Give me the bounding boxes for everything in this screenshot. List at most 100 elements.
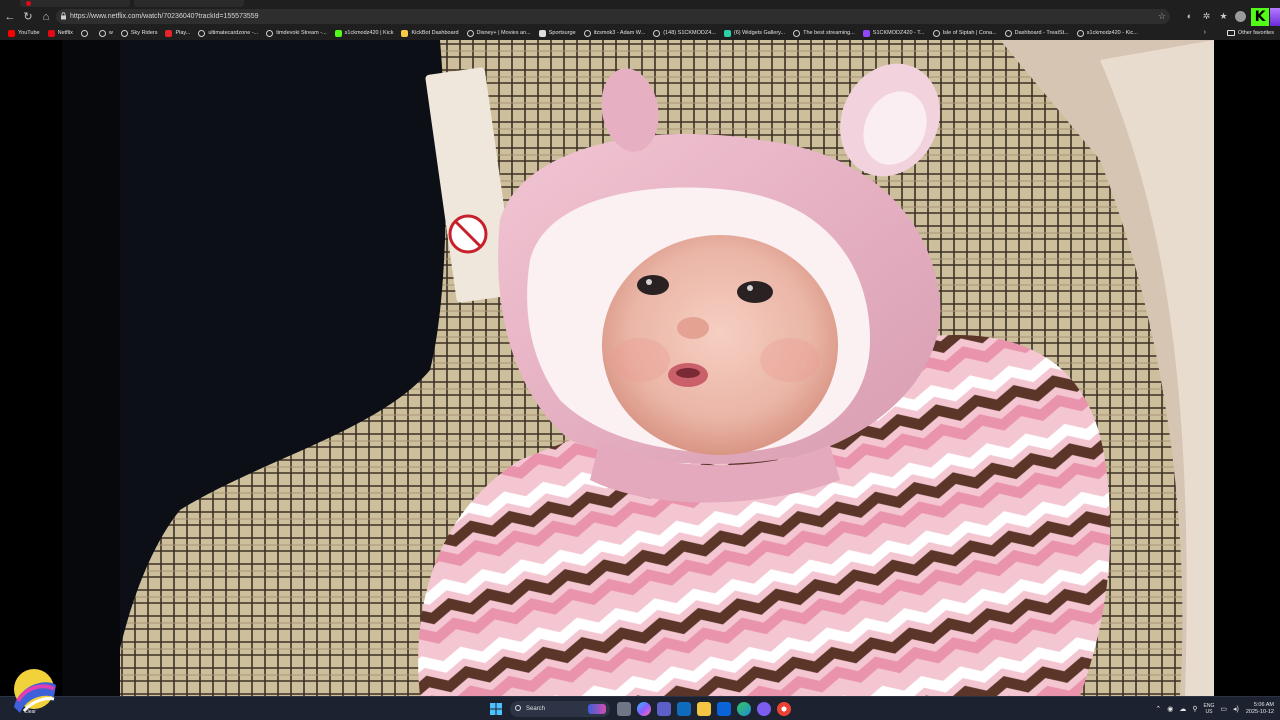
favorites-icon[interactable]: ★ [1215,8,1232,25]
bookmark-item[interactable]: Sky Riders [117,27,162,39]
reload-icon[interactable]: ↻ [20,9,36,25]
windows-start-icon[interactable] [489,702,503,716]
globe-icon [80,29,88,37]
network-icon[interactable]: ▭ [1220,705,1227,713]
bookmark-item[interactable]: Dashboard - TreatSt... [1001,27,1073,39]
bookmark-item[interactable]: Sportsurge [535,27,580,39]
globe-icon [1004,29,1012,37]
kickbot-icon [401,29,409,37]
profile-avatar[interactable] [1232,8,1249,25]
edge-icon[interactable] [737,702,751,716]
bookmark-item[interactable]: (148) S1CKMODZ4... [649,27,720,39]
copilot-icon[interactable] [1270,7,1280,26]
bookmark-item[interactable]: w [95,27,117,39]
bookmark-item[interactable]: Netflix [44,27,77,39]
screen: ← ↻ ⌂ https://www.netflix.com/watch/7023… [0,0,1280,720]
globe-icon [1076,29,1084,37]
globe-icon [466,29,474,37]
chrome-icon[interactable] [777,702,791,716]
bookmark-item[interactable]: Play... [161,27,194,39]
windows-taskbar: Clear Search ⌃ ◉ ☁ ⚲ ENG US ▭ ◂) 5:06 AM… [0,669,1280,720]
file-explorer-icon[interactable] [697,702,711,716]
bookmark-label: Netflix [57,30,73,36]
clock[interactable]: 5:06 AM 2025-10-12 [1246,702,1274,716]
store-icon[interactable] [717,702,731,716]
bookmark-item[interactable] [77,27,95,39]
bookmark-label: w [108,30,113,36]
system-tray: ⌃ ◉ ☁ ⚲ ENG US ▭ ◂) 5:06 AM 2025-10-12 [1152,697,1280,720]
search-highlight-icon [588,704,606,714]
bookmark-item[interactable]: YouTube [4,27,44,39]
weather-label: Clear [24,709,36,715]
bookmark-item[interactable]: s1ckmodz420 | Kick [331,27,398,39]
globe-icon [653,29,661,37]
bookmark-star-icon[interactable]: ☆ [1158,9,1166,24]
task-view-icon[interactable] [617,702,631,716]
globe-icon [266,29,274,37]
bookmark-label: Disney+ | Movies an... [476,30,531,36]
tray-overflow-icon[interactable]: ⌃ [1155,705,1161,713]
bookmarks-bar: YouTube Netflix w Sky Riders Play... ultimate… [0,26,1280,40]
bookmark-label: itzsmok3 - Adam W... [593,30,646,36]
bookmark-label: KickBot Dashboard [411,30,459,36]
bookmark-label: Sky Riders [130,30,158,36]
globe-icon [198,29,206,37]
globe-icon [583,29,591,37]
back-icon[interactable]: ← [2,9,18,25]
extension-icon[interactable]: ◐ [1181,8,1198,25]
site-info-icon[interactable] [60,12,67,20]
globe-icon [793,29,801,37]
bookmark-item[interactable]: Disney+ | Movies an... [463,27,535,39]
bookmark-label: S1CKMODZ420 - T... [872,30,925,36]
bookmark-label: timdevoki Stream -... [276,30,327,36]
search-label: Search [526,706,546,712]
globe-icon [120,29,128,37]
teams-icon[interactable] [657,702,671,716]
home-icon[interactable]: ⌂ [38,9,54,25]
bookmark-item[interactable]: s1ckmodz420 - Kic... [1073,27,1142,39]
bookmark-label: The best streaming... [803,30,855,36]
taskbar-search[interactable]: Search [510,701,610,717]
browser-toolbar: ← ↻ ⌂ https://www.netflix.com/watch/7023… [0,7,1280,26]
more-bookmarks-chevron-icon[interactable]: › [1204,26,1206,40]
copilot-taskbar-icon[interactable] [637,702,651,716]
tab-other[interactable] [134,0,244,7]
globe-icon [98,29,106,37]
toolbar-extensions: ◐ ✲ ★ K [1181,7,1280,26]
bookmark-label: Dashboard - TreatSt... [1014,30,1069,36]
bookmark-item[interactable]: Isle of Siptah | Cona... [929,27,1001,39]
taskbar-pinned-apps: Search [486,700,794,718]
outlook-icon[interactable] [677,702,691,716]
bookmark-label: s1ckmodz420 | Kick [344,30,394,36]
youtube-icon [8,29,15,37]
bookmark-item[interactable]: itzsmok3 - Adam W... [580,27,650,39]
bookmark-item[interactable]: (6) Widgets Gallery... [720,27,789,39]
bookmark-item[interactable]: S1CKMODZ420 - T... [859,27,929,39]
onedrive-icon[interactable]: ☁ [1179,705,1186,713]
tray-app-icon[interactable]: ◉ [1167,705,1173,713]
app-icon[interactable] [757,702,771,716]
other-favorites-label: Other favorites [1237,30,1274,36]
video-frame-image [0,40,1280,696]
kick-icon [334,29,342,37]
volume-icon[interactable]: ◂) [1233,705,1239,713]
bookmark-item[interactable]: ultimatecardzone -... [194,27,262,39]
other-favorites[interactable]: Other favorites [1226,26,1274,40]
widgets-icon [723,29,731,37]
language-indicator[interactable]: ENG US [1204,703,1215,715]
url-text: https://www.netflix.com/watch/70236040?t… [70,13,259,20]
puzzle-icon[interactable]: ✲ [1198,8,1215,25]
bookmark-item[interactable]: The best streaming... [789,27,859,39]
video-player[interactable] [0,40,1280,696]
bookmark-item[interactable]: KickBot Dashboard [397,27,462,39]
tab-netflix[interactable] [20,0,130,7]
clock-time: 5:06 AM [1253,702,1274,708]
tab-strip [0,0,1280,7]
play-icon [165,29,173,37]
folder-icon [1226,30,1235,36]
address-bar[interactable]: https://www.netflix.com/watch/70236040?t… [56,9,1170,24]
kick-extension-icon[interactable]: K [1251,7,1269,26]
bookmark-item[interactable]: timdevoki Stream -... [262,27,330,39]
location-icon[interactable]: ⚲ [1192,705,1197,713]
bookmark-label: s1ckmodz420 - Kic... [1086,30,1138,36]
